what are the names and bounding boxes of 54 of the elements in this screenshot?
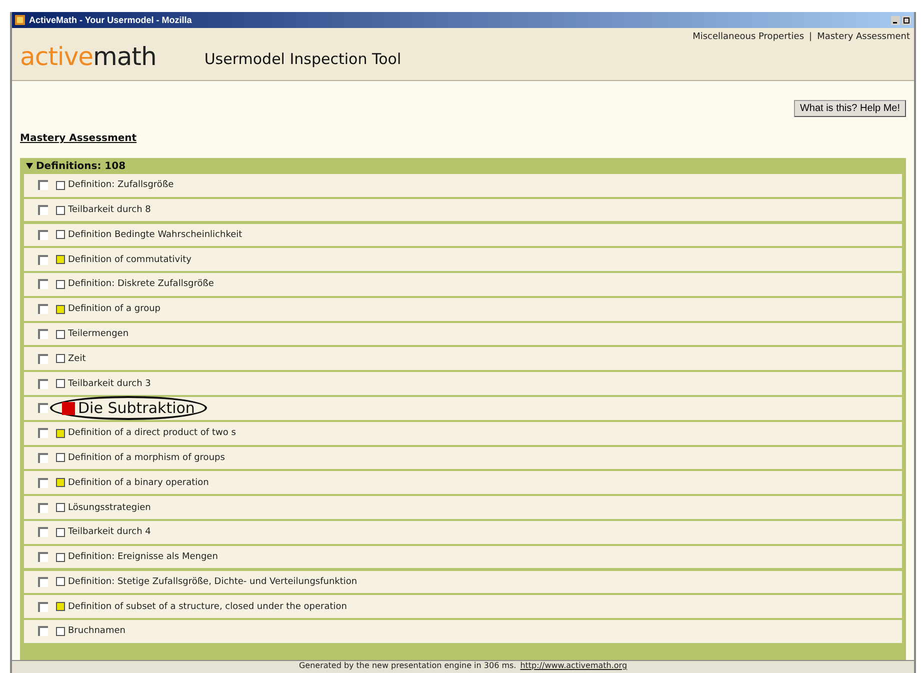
footer-text: Generated by the new presentation engine in 306 ms. [298,661,516,672]
checkbox[interactable] [38,230,48,240]
item-label[interactable]: Zeit [68,354,86,364]
item-label[interactable]: Definition Bedingte Wahrscheinlichkeit [68,230,242,240]
nav-link[interactable]: Miscellaneous Properties [692,32,804,42]
checkbox[interactable] [38,626,48,636]
item-label[interactable]: Definition of a binary operation [68,478,209,488]
checkbox[interactable] [38,576,48,587]
item-label[interactable]: Definition: Diskrete Zufallsgröße [68,279,214,290]
item-label[interactable]: Die Subtraktion [78,399,195,418]
checkbox[interactable] [38,180,48,190]
group-header[interactable]: Definitions: 108 [24,158,902,174]
checkbox[interactable] [38,254,48,265]
checkbox[interactable] [38,552,48,562]
checkbox[interactable] [38,304,48,314]
item-label[interactable]: Teilermengen [68,329,129,340]
expand-arrow-icon [26,163,33,169]
checkbox[interactable] [38,478,48,488]
item-label[interactable]: Definition of commutativity [68,254,192,265]
checkbox[interactable] [38,354,48,364]
checkbox[interactable] [38,329,48,340]
item-label[interactable]: Definition: Zufallsgröße [68,180,174,190]
item-label[interactable]: Bruchnamen [68,626,126,636]
checkbox[interactable] [38,452,48,463]
nav-link[interactable]: Mastery Assessment [817,32,910,42]
checkbox[interactable] [38,378,48,389]
item-label[interactable]: Lösungsstrategien [68,502,151,512]
window-title: ActiveMath - Your Usermodel - Mozilla [29,15,192,25]
item-label[interactable]: Definition: Ereignisse als Mengen [68,552,218,562]
item-label[interactable]: Definition of a group [68,304,160,314]
page-title: Usermodel Inspection Tool [204,50,402,68]
maximize-icon[interactable] [902,16,911,24]
checkbox[interactable] [38,428,48,438]
group-label: Definitions: 108 [36,160,126,172]
item-label[interactable]: Definition of a direct product of two s [68,428,236,438]
item-label[interactable]: Teilbarkeit durch 8 [68,205,151,216]
item-label[interactable]: Definition of subset of a structure, closed under the operation [68,602,347,612]
checkbox[interactable] [38,527,48,538]
help-button[interactable]: What is this? Help Me! [794,100,906,117]
item-label[interactable]: Teilbarkeit durch 4 [68,527,151,538]
logo[interactable]: activemath [20,42,156,71]
checkbox[interactable] [38,205,48,216]
checkbox[interactable] [38,502,48,512]
item-label[interactable]: Definition of a morphism of groups [68,452,225,463]
checkbox[interactable] [38,602,48,612]
footer-link[interactable]: http://www.activemath.org [520,661,628,673]
app-icon [15,15,25,25]
item-label[interactable]: Definition: Stetige Zufallsgröße, Dichte- und Verteilungsfunktion [68,576,358,587]
checkbox[interactable] [38,403,48,414]
section-heading: Mastery Assessment [20,133,138,144]
item-label[interactable]: Teilbarkeit durch 3 [68,378,151,389]
link-separator: | [809,32,812,42]
minimize-icon[interactable] [891,16,900,24]
checkbox[interactable] [38,279,48,290]
